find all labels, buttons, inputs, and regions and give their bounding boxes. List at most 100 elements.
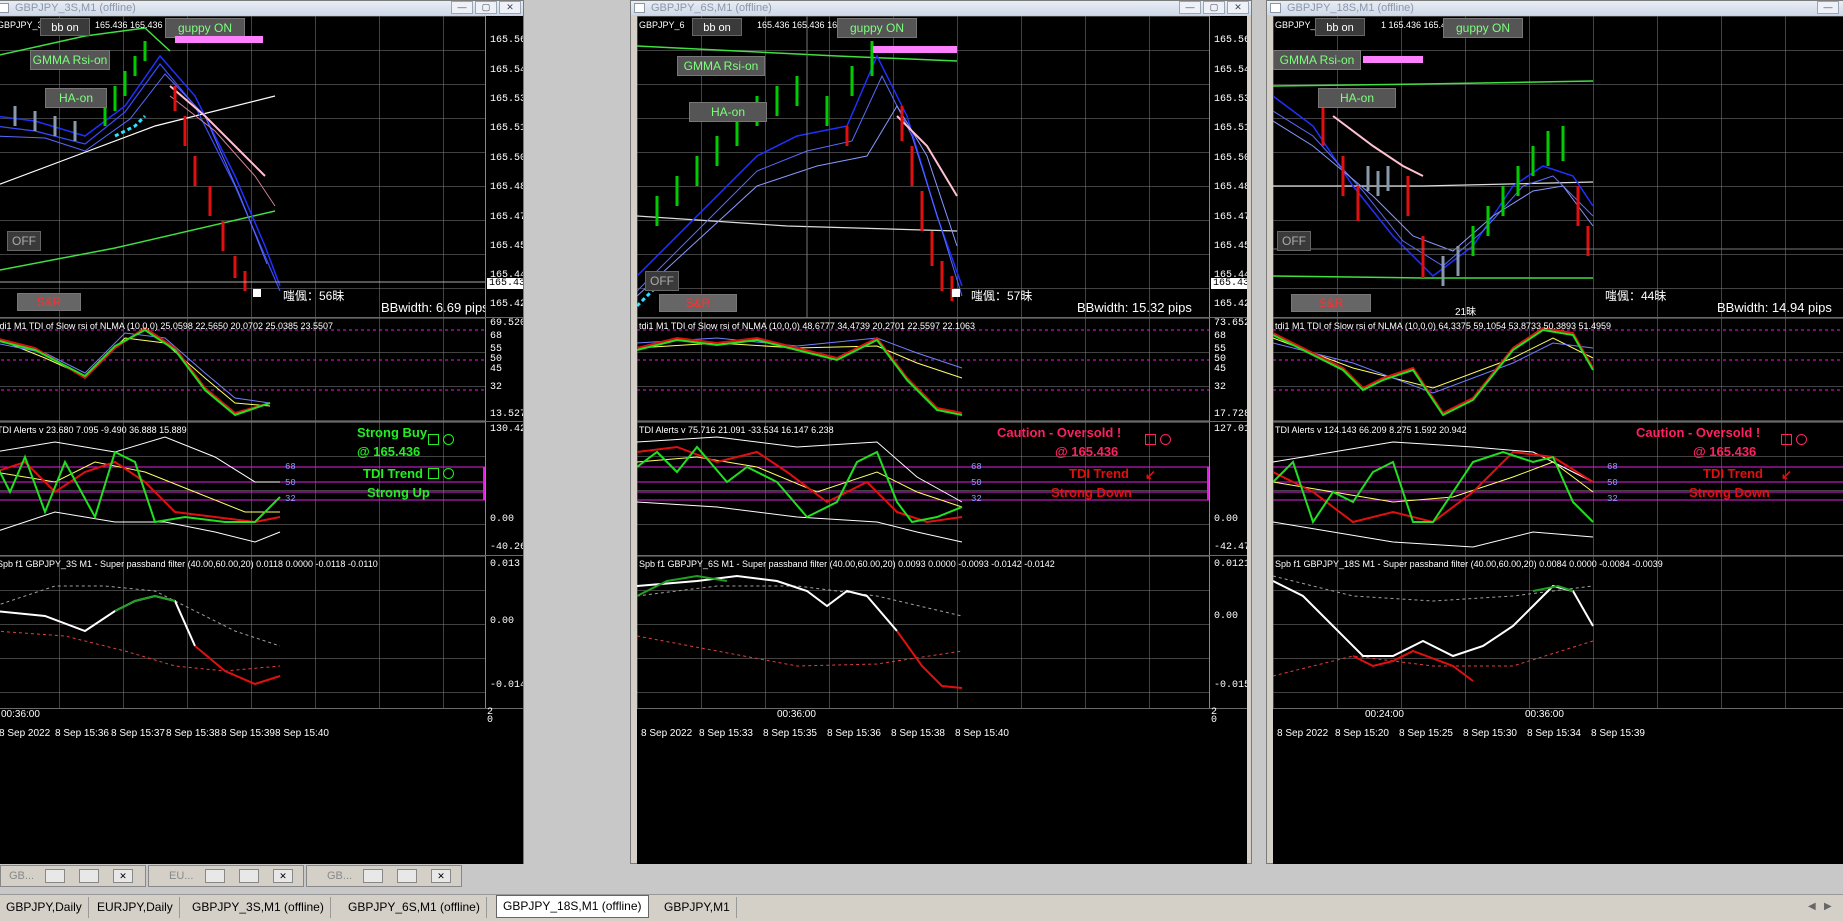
off-button[interactable]: OFF — [7, 231, 41, 251]
tab-gbpjpy-3s[interactable]: GBPJPY_3S,M1 (offline) — [186, 897, 331, 918]
tdi-alerts-pane[interactable]: TDI Alerts v 124.143 66.209 8.275 1.592 … — [1273, 422, 1843, 556]
alert-price: @ 165.436 — [1055, 444, 1119, 459]
close-button[interactable]: ✕ — [431, 869, 451, 883]
bb-toggle-button[interactable]: bb on — [1315, 18, 1365, 36]
close-button[interactable]: ✕ — [273, 869, 293, 883]
off-button[interactable]: OFF — [1277, 231, 1311, 251]
chart-window-3s[interactable]: GBPJPY_3S,M1 (offline) — ▢ ✕ GBPJPY_3 16… — [0, 0, 524, 864]
tdi-level-label: 50 — [971, 478, 982, 488]
trend-value: Strong Up — [367, 485, 430, 500]
tab-gbpjpy-18s[interactable]: GBPJPY_18S,M1 (offline) — [496, 895, 649, 918]
tdi-pane[interactable]: tdi1 M1 TDI of Slow rsi of NLMA (10,0,0)… — [1273, 318, 1843, 422]
spb-pane[interactable]: Spb f1 GBPJPY_18S M1 - Super passband fi… — [1273, 556, 1843, 709]
close-button[interactable]: ✕ — [499, 1, 521, 14]
guppy-toggle-button[interactable]: guppy ON — [165, 18, 245, 38]
chart-area[interactable]: GBPJPY_1 1 165.436 165.431 165 bb on gup… — [1273, 16, 1843, 864]
price-pane[interactable]: GBPJPY_6 165.436 165.436 165 bb on guppy… — [637, 16, 1247, 318]
alert-signal: Caution - Oversold ! — [997, 425, 1122, 440]
time-axis: 00:24:00 00:36:00 8 Sep 2022 8 Sep 15:20… — [1273, 709, 1843, 864]
tdi-pane[interactable]: tdi1 M1 TDI of Slow rsi of NLMA (10,0,0)… — [637, 318, 1247, 422]
spb-pane[interactable]: Spb f1 GBPJPY_6S M1 - Super passband fil… — [637, 556, 1247, 709]
chart-area[interactable]: GBPJPY_3 165.436 165.436 165 bb on guppy… — [0, 16, 523, 864]
tab-scroll-right-icon[interactable]: ▶ — [1824, 901, 1832, 912]
tdi-alerts-label: TDI Alerts v 124.143 66.209 8.275 1.592 … — [1275, 425, 1467, 435]
tab-scroll-left-icon[interactable]: ◀ — [1808, 901, 1816, 912]
restore-button[interactable] — [363, 869, 383, 883]
bb-toggle-button[interactable]: bb on — [40, 18, 90, 36]
ha-toggle-button[interactable]: HA-on — [45, 88, 107, 108]
spb-tick: 0.00 — [490, 616, 515, 627]
tab-gbpjpy-daily[interactable]: GBPJPY,Daily — [0, 897, 89, 918]
minimized-title: EU... — [169, 870, 194, 882]
price-tick: 165.485 — [490, 182, 523, 193]
guppy-indicator-bar — [175, 36, 263, 43]
minimize-button[interactable]: — — [1817, 1, 1839, 14]
spb-pane[interactable]: Spb f1 GBPJPY_3S M1 - Super passband fil… — [0, 556, 523, 709]
alerts-tick: 127.014 — [1214, 424, 1247, 435]
maximize-button[interactable]: ▢ — [475, 1, 497, 14]
price-tick: 165.560 — [490, 35, 523, 46]
chart-window-6s[interactable]: GBPJPY_6S,M1 (offline) — ▢ ✕ GBPJPY_6 16… — [630, 0, 1252, 864]
close-button[interactable]: ✕ — [113, 869, 133, 883]
tab-gbpjpy-m1[interactable]: GBPJPY,M1 — [658, 897, 737, 918]
symbol-label: GBPJPY_1 — [1275, 20, 1321, 30]
spb-tick: 0.013 — [490, 559, 521, 570]
tdi-pane[interactable]: tdi1 M1 TDI of Slow rsi of NLMA (10,0,0)… — [0, 318, 523, 422]
price-tick: 165.485 — [1214, 182, 1247, 193]
spb-series — [0, 585, 281, 686]
guppy-toggle-button[interactable]: guppy ON — [837, 18, 917, 38]
alerts-scale: 130.426 0.00 -40.269 — [485, 422, 523, 555]
ha-toggle-button[interactable]: HA-on — [689, 102, 767, 122]
window-titlebar[interactable]: GBPJPY_18S,M1 (offline) — [1267, 1, 1843, 15]
minimize-button[interactable]: — — [451, 1, 473, 14]
chart-window-18s[interactable]: GBPJPY_18S,M1 (offline) — GBPJPY_1 1 165… — [1266, 0, 1843, 864]
ha-toggle-button[interactable]: HA-on — [1318, 88, 1396, 108]
tab-gbpjpy-6s[interactable]: GBPJPY_6S,M1 (offline) — [342, 897, 487, 918]
gmma-rsi-button[interactable]: GMMA Rsi-on — [677, 56, 765, 76]
minimized-window-2[interactable]: EU... ✕ — [148, 865, 304, 887]
sr-button[interactable]: S&R — [17, 293, 81, 311]
tdi-alerts-pane[interactable]: TDI Alerts v 23.680 7.095 -9.490 36.888 … — [0, 422, 523, 556]
symbol-label: GBPJPY_6 — [639, 20, 685, 30]
price-scale: 165.560 165.545 165.530 165.515 165.500 … — [1209, 16, 1247, 317]
gmma-rsi-button[interactable]: GMMA Rsi-on — [1273, 50, 1361, 70]
alerts-tick: 0.00 — [490, 514, 515, 525]
close-button[interactable]: ✕ — [1227, 1, 1249, 14]
price-pane[interactable]: GBPJPY_3 165.436 165.436 165 bb on guppy… — [0, 16, 523, 318]
price-pane[interactable]: GBPJPY_1 1 165.436 165.431 165 bb on gup… — [1273, 16, 1843, 318]
maximize-button[interactable] — [79, 869, 99, 883]
spb-label: Spb f1 GBPJPY_18S M1 - Super passband fi… — [1275, 559, 1663, 569]
sr-button[interactable]: S&R — [659, 294, 737, 312]
restore-button[interactable] — [45, 869, 65, 883]
price-tick: 165.455 — [1214, 241, 1247, 252]
sr-button[interactable]: S&R — [1291, 294, 1371, 312]
guppy-toggle-button[interactable]: guppy ON — [1443, 18, 1523, 38]
maximize-button[interactable] — [397, 869, 417, 883]
bb-toggle-button[interactable]: bb on — [692, 18, 742, 36]
price-tick: 165.530 — [1214, 94, 1247, 105]
window-titlebar[interactable]: GBPJPY_6S,M1 (offline) — [631, 1, 1251, 15]
minimize-button[interactable]: — — [1179, 1, 1201, 14]
trend-box-icon — [428, 468, 439, 479]
spb-tick: 0.0121 — [1214, 559, 1247, 570]
tdi-series — [637, 329, 1209, 416]
chart-area[interactable]: GBPJPY_6 165.436 165.436 165 bb on guppy… — [637, 16, 1247, 864]
minimized-window-1[interactable]: GB... ✕ — [0, 865, 146, 887]
quote-label: 165.436 165.436 165 — [757, 20, 843, 30]
spb-tick: -0.0146 — [490, 680, 523, 691]
spb-scale: 0.013 0.00 -0.0146 — [485, 556, 523, 708]
tdi-scale: 69.5204 68 55 50 45 32 13.5278 — [485, 318, 523, 421]
maximize-button[interactable]: ▢ — [1203, 1, 1225, 14]
gmma-rsi-button[interactable]: GMMA Rsi-on — [30, 50, 110, 70]
tdi-tick: 13.5278 — [490, 409, 523, 420]
tab-eurjpy-daily[interactable]: EURJPY,Daily — [91, 897, 180, 918]
tdi-alerts-pane[interactable]: TDI Alerts v 75.716 21.091 -33.534 16.14… — [637, 422, 1247, 556]
minimized-window-3[interactable]: GB... ✕ — [306, 865, 462, 887]
off-button[interactable]: OFF — [645, 271, 679, 291]
restore-button[interactable] — [205, 869, 225, 883]
window-titlebar[interactable]: GBPJPY_3S,M1 (offline) — [0, 1, 523, 15]
maximize-button[interactable] — [239, 869, 259, 883]
guppy-indicator-bar — [873, 46, 957, 53]
price-tick: 165.470 — [490, 212, 523, 223]
price-tick: 165.545 — [490, 65, 523, 76]
